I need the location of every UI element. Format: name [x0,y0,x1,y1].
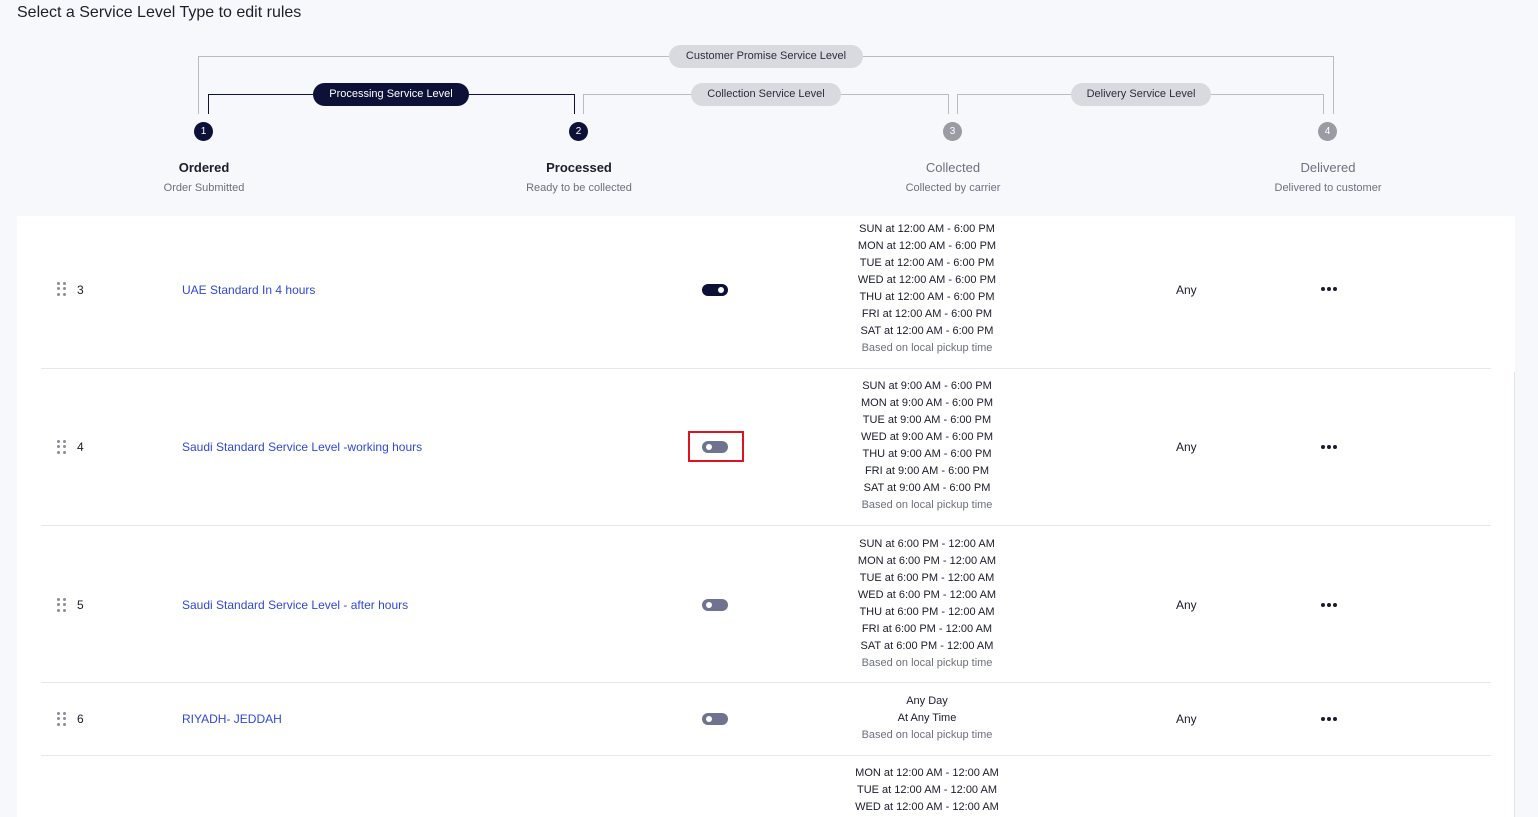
processing-bracket-left [208,94,209,114]
schedule-cell: SUN at 9:00 AM - 6:00 PM MON at 9:00 AM … [807,378,1047,514]
schedule-line: TUE at 9:00 AM - 6:00 PM [862,414,992,426]
table-row: 6 RIYADH- JEDDAH Any Day At Any Time Bas… [41,683,1491,756]
schedule-line: WED at 12:00 AM - 12:00 AM [855,801,999,813]
schedule-line: SUN at 12:00 AM - 6:00 PM [859,223,995,235]
collection-service-level-pill[interactable]: Collection Service Level [691,83,841,106]
more-horizontal-icon[interactable] [1317,598,1341,612]
step-collected-sub: Collected by carrier [905,182,1001,194]
table-row: 3 UAE Standard In 4 hours SUN at 12:00 A… [41,216,1491,369]
schedule-line: SUN at 6:00 PM - 12:00 AM [859,538,995,550]
any-value: Any [1176,598,1197,612]
schedule-note: Based on local pickup time [861,657,993,669]
schedule-line: MON at 9:00 AM - 6:00 PM [860,397,994,409]
row-priority-number: 3 [77,283,84,297]
processing-bracket-right [574,94,575,114]
rule-enabled-toggle[interactable] [702,713,728,725]
collection-bracket-left [583,94,584,114]
rule-enabled-toggle[interactable] [702,599,728,611]
table-row: MON at 12:00 AM - 12:00 AM TUE at 12:00 … [41,756,1491,817]
more-horizontal-icon[interactable] [1317,440,1341,454]
step-processed-number: 2 [569,122,588,141]
schedule-line: MON at 12:00 AM - 6:00 PM [857,240,997,252]
step-delivered-sub: Delivered to customer [1274,182,1382,194]
step-collected-label: Collected [925,160,981,175]
customer-promise-bracket-right [1333,56,1334,114]
collection-bracket-right [948,94,949,114]
drag-handle-icon[interactable] [57,712,67,726]
delivery-bracket-right [1323,94,1324,114]
row-priority-number: 6 [77,712,84,726]
step-processed-label: Processed [546,160,612,175]
any-value: Any [1176,712,1197,726]
step-collected-number: 3 [943,122,962,141]
schedule-note: Based on local pickup time [861,499,993,511]
schedule-line: Any Day [906,695,948,707]
schedule-line: SAT at 9:00 AM - 6:00 PM [863,482,991,494]
rule-enabled-toggle[interactable] [702,284,728,296]
schedule-line: SUN at 9:00 AM - 6:00 PM [862,380,992,392]
table-row: 4 Saudi Standard Service Level -working … [41,369,1491,526]
service-level-timeline: Select a Service Level Type to edit rule… [0,0,1538,215]
scrollbar-track[interactable] [1514,372,1515,817]
more-horizontal-icon[interactable] [1317,712,1341,726]
step-delivered-label: Delivered [1300,160,1356,175]
schedule-line: At Any Time [897,712,957,724]
schedule-line: WED at 6:00 PM - 12:00 AM [857,589,997,601]
delivery-service-level-pill[interactable]: Delivery Service Level [1071,83,1211,106]
drag-handle-icon[interactable] [57,598,67,612]
schedule-cell: SUN at 12:00 AM - 6:00 PM MON at 12:00 A… [807,221,1047,357]
schedule-line: TUE at 6:00 PM - 12:00 AM [859,572,995,584]
rule-name-link[interactable]: Saudi Standard Service Level -working ho… [182,440,422,454]
rule-name-link[interactable]: RIYADH- JEDDAH [182,712,282,726]
drag-handle-icon[interactable] [57,440,67,454]
schedule-line: FRI at 12:00 AM - 6:00 PM [861,308,993,320]
schedule-line: THU at 12:00 AM - 6:00 PM [859,291,995,303]
schedule-note: Based on local pickup time [861,342,993,354]
app-root: Select a Service Level Type to edit rule… [0,0,1538,817]
step-processed-sub: Ready to be collected [526,182,632,194]
step-delivered-number: 4 [1318,122,1337,141]
drag-handle-icon[interactable] [57,282,67,296]
schedule-line: TUE at 12:00 AM - 6:00 PM [859,257,995,269]
row-priority-number: 5 [77,598,84,612]
schedule-cell: Any Day At Any Time Based on local picku… [807,693,1047,744]
schedule-note: Based on local pickup time [861,729,993,741]
customer-promise-service-level-pill[interactable]: Customer Promise Service Level [669,45,863,68]
schedule-line: FRI at 9:00 AM - 6:00 PM [864,465,990,477]
schedule-line: SAT at 12:00 AM - 6:00 PM [860,325,994,337]
schedule-line: THU at 9:00 AM - 6:00 PM [862,448,992,460]
table-row: 5 Saudi Standard Service Level - after h… [41,526,1491,683]
schedule-cell: SUN at 6:00 PM - 12:00 AM MON at 6:00 PM… [807,536,1047,672]
step-ordered-number: 1 [194,122,213,141]
step-ordered-sub: Order Submitted [163,182,245,194]
highlight-box [688,431,744,462]
page-title: Select a Service Level Type to edit rule… [17,4,302,21]
schedule-line: WED at 9:00 AM - 6:00 PM [860,431,994,443]
schedule-line: TUE at 12:00 AM - 12:00 AM [856,784,997,796]
rules-table: 3 UAE Standard In 4 hours SUN at 12:00 A… [17,216,1515,817]
schedule-line: MON at 12:00 AM - 12:00 AM [855,767,999,779]
any-value: Any [1176,440,1197,454]
any-value: Any [1176,283,1197,297]
rule-name-link[interactable]: UAE Standard In 4 hours [182,283,315,297]
schedule-line: THU at 6:00 PM - 12:00 AM [859,606,995,618]
schedule-cell: MON at 12:00 AM - 12:00 AM TUE at 12:00 … [807,765,1047,816]
row-priority-number: 4 [77,440,84,454]
customer-promise-bracket-left [198,56,199,114]
rule-name-link[interactable]: Saudi Standard Service Level - after hou… [182,598,408,612]
schedule-line: MON at 6:00 PM - 12:00 AM [857,555,997,567]
schedule-line: WED at 12:00 AM - 6:00 PM [857,274,997,286]
schedule-line: FRI at 6:00 PM - 12:00 AM [861,623,993,635]
step-ordered-label: Ordered [178,160,230,175]
processing-service-level-pill[interactable]: Processing Service Level [313,83,469,106]
delivery-bracket-left [957,94,958,114]
schedule-line: SAT at 6:00 PM - 12:00 AM [860,640,994,652]
more-horizontal-icon[interactable] [1317,282,1341,296]
